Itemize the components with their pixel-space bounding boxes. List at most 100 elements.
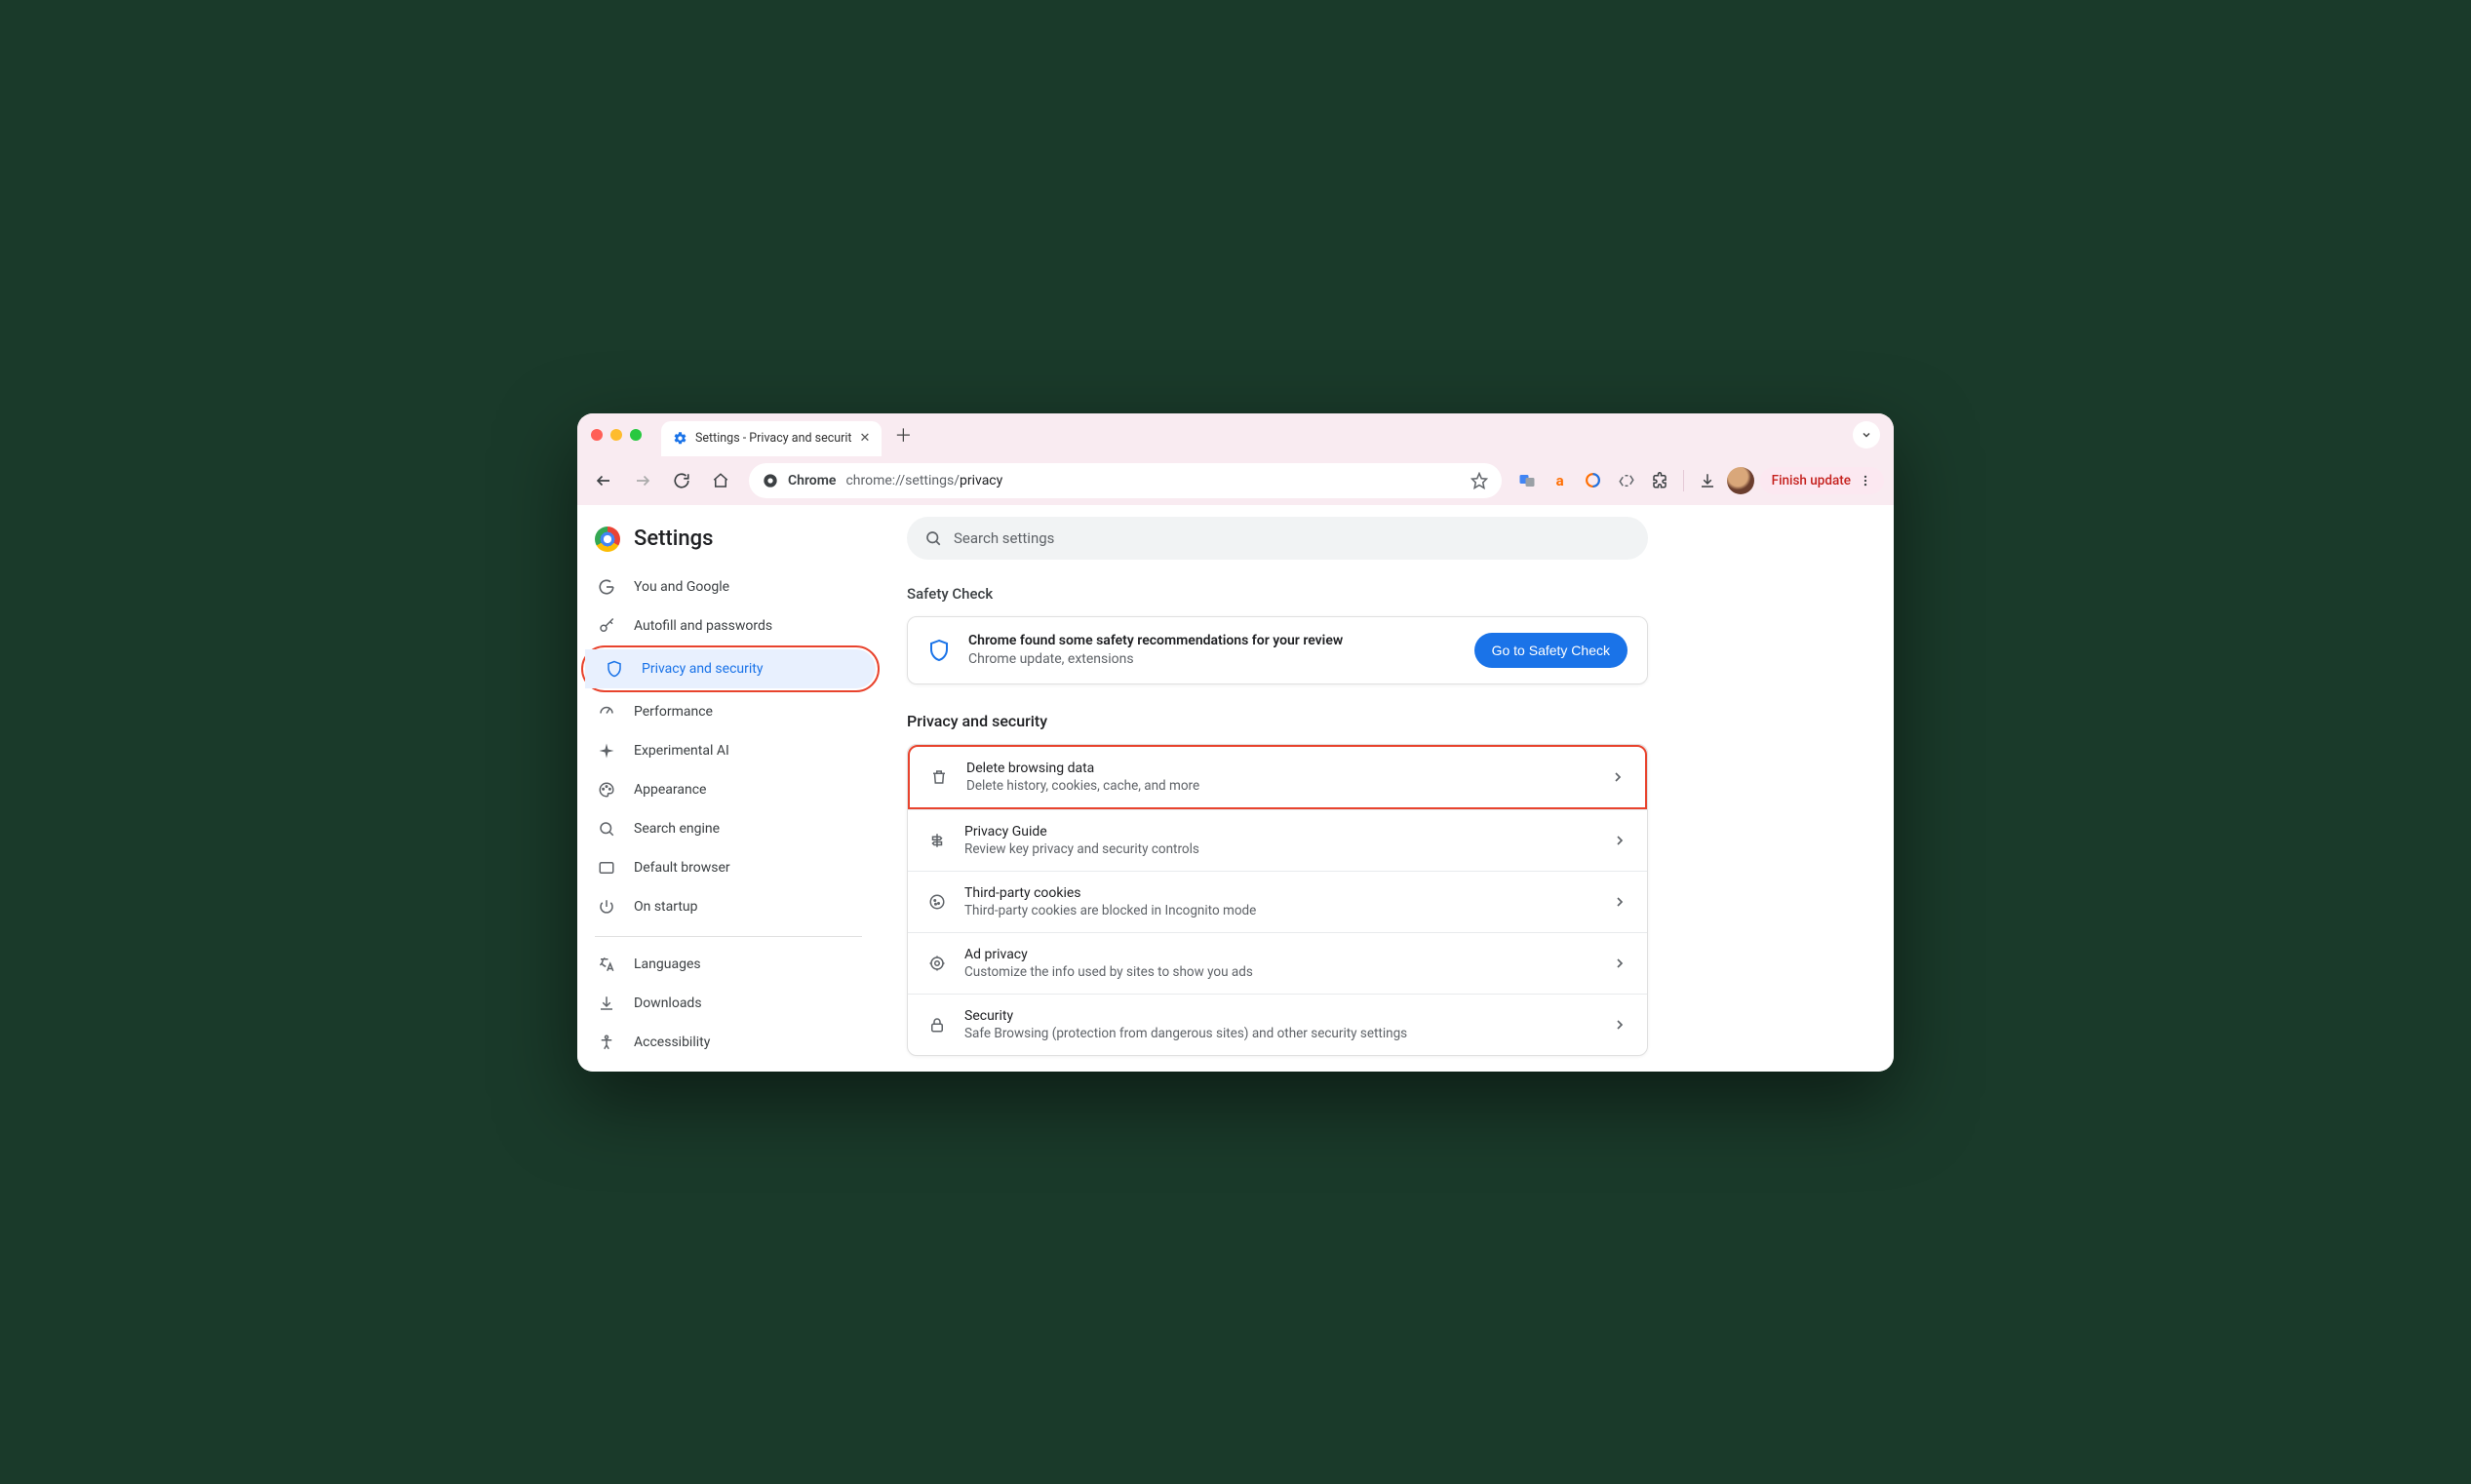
browser-icon (597, 859, 616, 877)
nav-label: You and Google (634, 579, 729, 595)
signpost-icon (927, 832, 947, 849)
extension-a-icon[interactable]: a (1547, 467, 1574, 494)
nav-label: On startup (634, 899, 698, 915)
row-ad-privacy[interactable]: Ad privacy Customize the info used by si… (908, 932, 1647, 994)
nav-label: Languages (634, 957, 701, 972)
nav-label: Appearance (634, 782, 706, 798)
window-controls (591, 429, 642, 441)
nav-privacy-highlight: Privacy and security (581, 645, 880, 692)
speedometer-icon (597, 703, 616, 721)
new-tab-button[interactable]: ＋ (889, 421, 917, 449)
accessibility-icon (597, 1034, 616, 1051)
more-menu-icon[interactable] (1859, 474, 1872, 488)
downloads-button[interactable] (1694, 467, 1721, 494)
close-tab-icon[interactable]: ✕ (860, 431, 871, 446)
nav-you-and-google[interactable]: You and Google (577, 567, 862, 606)
search-icon (924, 529, 942, 547)
close-window-button[interactable] (591, 429, 603, 441)
nav-autofill[interactable]: Autofill and passwords (577, 606, 862, 645)
safety-check-title: Chrome found some safety recommendations… (968, 633, 1343, 648)
chevron-right-icon (1612, 833, 1628, 848)
browser-tab[interactable]: Settings - Privacy and securit ✕ (661, 421, 882, 456)
nav-search-engine[interactable]: Search engine (577, 809, 862, 848)
nav-experimental-ai[interactable]: Experimental AI (577, 731, 862, 770)
google-g-icon (597, 578, 616, 596)
cookie-icon (927, 893, 947, 911)
extensions-puzzle-icon[interactable] (1646, 467, 1673, 494)
trash-icon (929, 768, 949, 786)
row-title: Third-party cookies (964, 885, 1256, 901)
safety-check-label: Safety Check (907, 585, 1855, 603)
ad-target-icon (927, 955, 947, 972)
translate-extension-icon[interactable] (1513, 467, 1541, 494)
page-content: Settings You and Google Autofill and pas… (577, 505, 1894, 1072)
shield-icon (605, 660, 624, 678)
palette-icon (597, 781, 616, 799)
settings-header: Settings (577, 519, 889, 567)
row-third-party-cookies[interactable]: Third-party cookies Third-party cookies … (908, 871, 1647, 932)
row-security[interactable]: Security Safe Browsing (protection from … (908, 994, 1647, 1055)
row-delete-browsing-data[interactable]: Delete browsing data Delete history, coo… (910, 747, 1645, 807)
minimize-window-button[interactable] (610, 429, 622, 441)
settings-search[interactable]: Search settings (907, 517, 1648, 560)
settings-search-placeholder: Search settings (954, 529, 1054, 547)
delete-browsing-data-highlight: Delete browsing data Delete history, coo… (908, 745, 1647, 809)
safety-check-card: Chrome found some safety recommendations… (907, 616, 1648, 684)
chrome-badge-icon (763, 473, 778, 488)
nav-privacy[interactable]: Privacy and security (585, 649, 876, 688)
settings-sidebar: Settings You and Google Autofill and pas… (577, 505, 889, 1072)
forward-button[interactable] (626, 464, 659, 497)
row-subtitle: Delete history, cookies, cache, and more (966, 778, 1199, 794)
tab-title: Settings - Privacy and securit (695, 431, 852, 446)
extension-swirl-icon[interactable] (1580, 467, 1607, 494)
safety-check-text: Chrome found some safety recommendations… (968, 633, 1343, 667)
chrome-logo-icon (595, 527, 620, 552)
row-subtitle: Customize the info used by sites to show… (964, 964, 1253, 980)
back-button[interactable] (587, 464, 620, 497)
tabs-dropdown-button[interactable] (1853, 421, 1880, 449)
extension-recycle-icon[interactable] (1613, 467, 1640, 494)
nav-languages[interactable]: Languages (577, 945, 862, 984)
nav-downloads[interactable]: Downloads (577, 984, 862, 1023)
gear-icon (673, 431, 687, 446)
power-icon (597, 898, 616, 916)
nav-appearance[interactable]: Appearance (577, 770, 862, 809)
maximize-window-button[interactable] (630, 429, 642, 441)
nav-label: Autofill and passwords (634, 618, 772, 634)
chevron-right-icon (1612, 894, 1628, 910)
nav-accessibility[interactable]: Accessibility (577, 1023, 862, 1062)
row-privacy-guide[interactable]: Privacy Guide Review key privacy and sec… (908, 809, 1647, 871)
browser-window: Settings - Privacy and securit ✕ ＋ Chrom (577, 413, 1894, 1072)
row-subtitle: Review key privacy and security controls (964, 841, 1199, 857)
bookmark-star-icon[interactable] (1471, 472, 1488, 489)
home-button[interactable] (704, 464, 737, 497)
nav-label: Downloads (634, 996, 702, 1011)
shield-icon (927, 639, 951, 662)
nav-separator (595, 936, 862, 937)
settings-title: Settings (634, 527, 713, 551)
nav-on-startup[interactable]: On startup (577, 887, 862, 926)
safety-check-subtitle: Chrome update, extensions (968, 651, 1343, 667)
go-to-safety-check-button[interactable]: Go to Safety Check (1474, 633, 1628, 668)
nav-default-browser[interactable]: Default browser (577, 848, 862, 887)
chevron-right-icon (1612, 1017, 1628, 1033)
nav-label: Default browser (634, 860, 730, 876)
privacy-section-label: Privacy and security (907, 712, 1855, 730)
reload-button[interactable] (665, 464, 698, 497)
row-title: Privacy Guide (964, 824, 1199, 840)
toolbar: Chrome chrome://settings/privacy a Finis… (577, 456, 1894, 505)
row-subtitle: Third-party cookies are blocked in Incog… (964, 903, 1256, 918)
row-subtitle: Safe Browsing (protection from dangerous… (964, 1026, 1407, 1041)
nav-label: Experimental AI (634, 743, 729, 759)
toolbar-divider (1683, 470, 1684, 491)
privacy-list-card: Delete browsing data Delete history, coo… (907, 744, 1648, 1056)
main-panel: Search settings Safety Check Chrome foun… (889, 505, 1894, 1072)
omnibox-origin-label: Chrome (788, 473, 836, 488)
nav-performance[interactable]: Performance (577, 692, 862, 731)
omnibox[interactable]: Chrome chrome://settings/privacy (749, 463, 1502, 498)
finish-update-label: Finish update (1772, 473, 1851, 488)
profile-avatar[interactable] (1727, 467, 1754, 494)
finish-update-button[interactable]: Finish update (1760, 467, 1884, 494)
row-title: Delete browsing data (966, 761, 1199, 776)
row-title: Ad privacy (964, 947, 1253, 962)
